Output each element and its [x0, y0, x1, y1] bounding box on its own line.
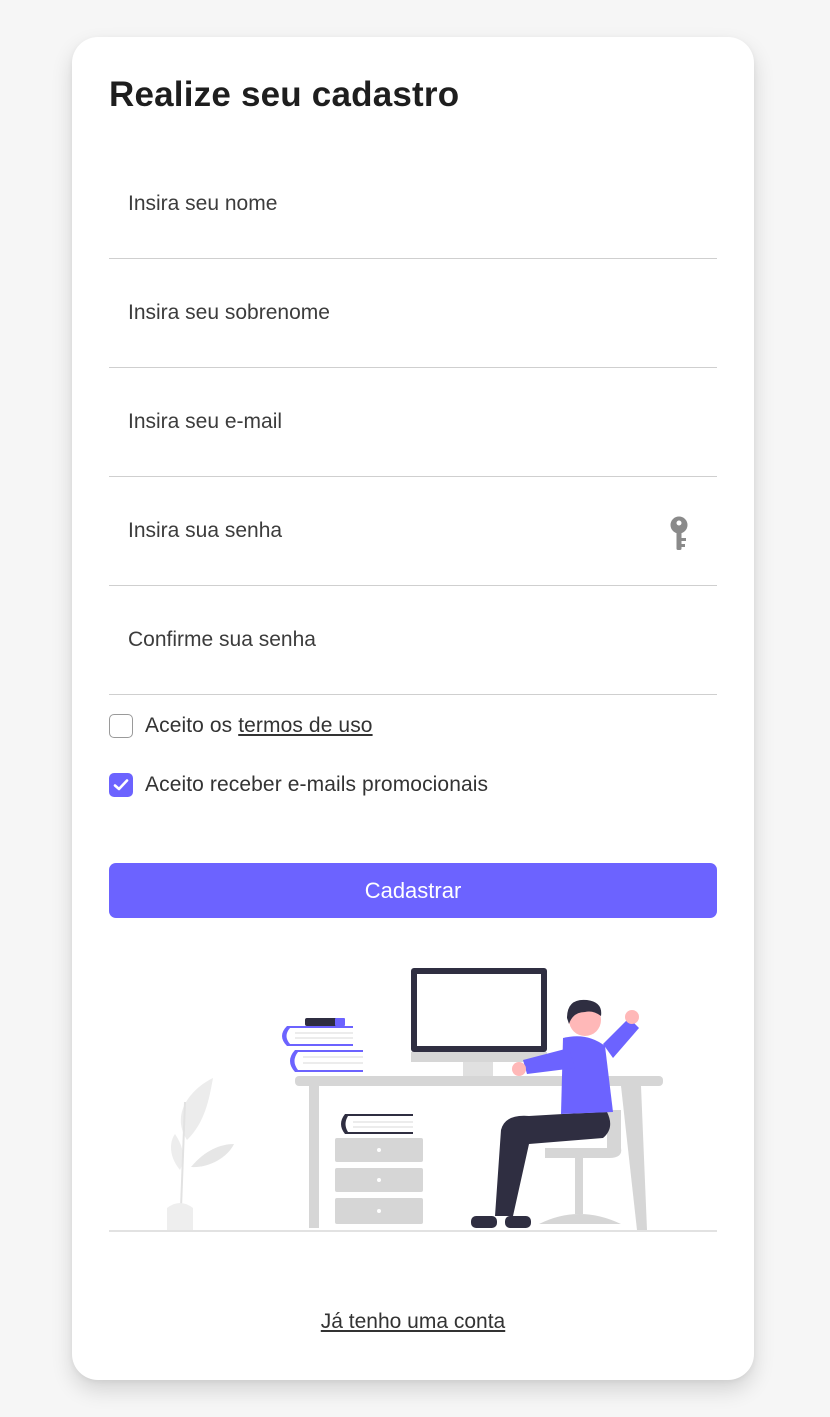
terms-label-prefix: Aceito os	[145, 714, 239, 737]
submit-button[interactable]: Cadastrar	[109, 863, 717, 918]
signup-card: Realize seu cadastro Aceito os termos de…	[72, 37, 754, 1380]
check-icon	[113, 779, 129, 791]
promo-checkbox[interactable]	[109, 773, 133, 797]
email-input[interactable]	[109, 368, 717, 476]
page-title: Realize seu cadastro	[109, 75, 460, 114]
terms-label: Aceito os termos de uso	[145, 714, 373, 738]
terms-checkbox[interactable]	[109, 714, 133, 738]
workspace-illustration	[109, 968, 717, 1232]
password-field	[109, 477, 717, 586]
book-stack-illustration	[282, 1018, 363, 1072]
confirm-password-field	[109, 586, 717, 695]
first-name-input[interactable]	[109, 150, 717, 258]
login-link[interactable]: Já tenho uma conta	[321, 1310, 505, 1333]
email-field	[109, 368, 717, 477]
promo-label: Aceito receber e-mails promocionais	[145, 773, 489, 796]
plant-illustration	[167, 1078, 234, 1230]
confirm-password-input[interactable]	[109, 586, 717, 694]
promo-row: Aceito receber e-mails promocionais	[109, 772, 488, 798]
first-name-field	[109, 150, 717, 259]
last-name-input[interactable]	[109, 259, 717, 367]
password-input[interactable]	[109, 477, 717, 585]
terms-row: Aceito os termos de uso	[109, 713, 373, 739]
key-icon[interactable]	[669, 516, 689, 552]
last-name-field	[109, 259, 717, 368]
terms-link[interactable]: termos de uso	[238, 714, 372, 737]
login-link-container: Já tenho uma conta	[72, 1310, 754, 1334]
